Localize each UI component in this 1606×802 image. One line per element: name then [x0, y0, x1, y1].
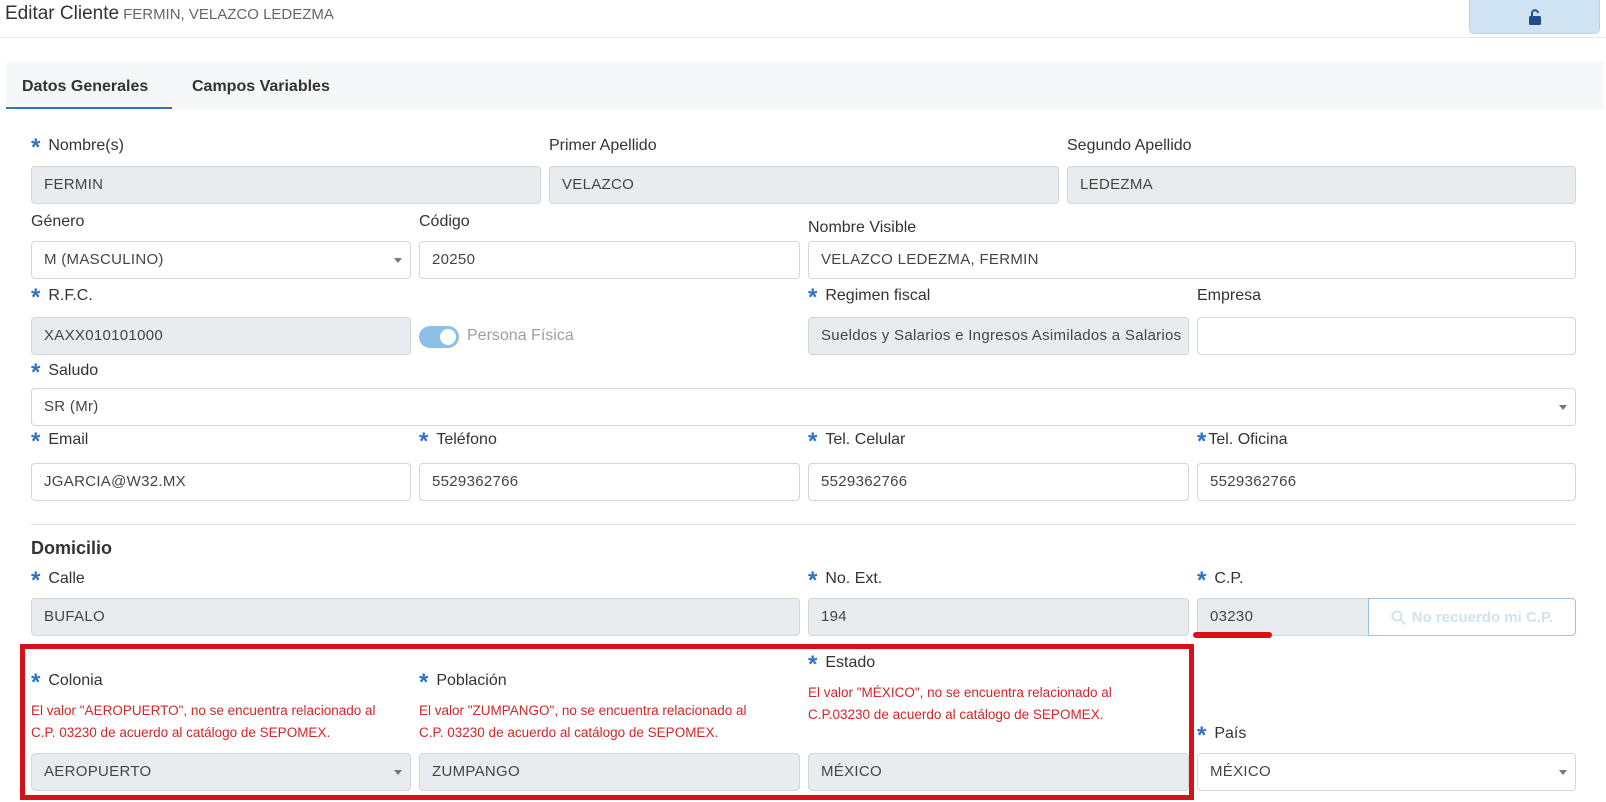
required-asterisk: *	[1197, 567, 1207, 594]
required-asterisk: *	[31, 359, 41, 386]
cp-lookup-button[interactable]: No recuerdo mi C.P.	[1368, 598, 1576, 636]
pais-select[interactable]: MÉXICO	[1197, 753, 1576, 791]
required-asterisk: *	[31, 428, 41, 455]
required-asterisk: *	[419, 428, 429, 455]
no-ext-label: * No. Ext.	[808, 567, 883, 594]
email-field[interactable]: JGARCIA@W32.MX	[31, 463, 411, 501]
empresa-field[interactable]	[1197, 317, 1576, 355]
tel-celular-label: * Tel. Celular	[808, 428, 906, 455]
search-icon	[1391, 610, 1406, 625]
tab-bar: Datos Generales Campos Variables	[6, 62, 1604, 109]
persona-fisica-label: Persona Física	[467, 327, 574, 344]
domicilio-title: Domicilio	[31, 538, 113, 558]
codigo-field[interactable]: 20250	[419, 241, 800, 279]
saludo-select[interactable]: SR (Mr)	[31, 388, 1576, 426]
page-header: Editar Cliente FERMIN, VELAZCO LEDEZMA	[0, 0, 1606, 38]
page-title-text: Editar Cliente	[5, 3, 120, 24]
validation-highlight-box	[20, 644, 1194, 800]
genero-value: M (MASCULINO)	[44, 251, 164, 268]
page-subtitle: FERMIN, VELAZCO LEDEZMA	[123, 6, 334, 23]
regimen-fiscal-select[interactable]: Sueldos y Salarios e Ingresos Asimilados…	[808, 317, 1189, 355]
chevron-down-icon	[1559, 770, 1567, 775]
no-ext-field[interactable]: 194	[808, 598, 1189, 636]
calle-field[interactable]: BUFALO	[31, 598, 800, 636]
page-title: Editar Cliente FERMIN, VELAZCO LEDEZMA	[5, 3, 334, 25]
required-asterisk: *	[31, 567, 41, 594]
empresa-label: Empresa	[1197, 287, 1262, 304]
unlock-button[interactable]	[1469, 0, 1600, 34]
tel-oficina-field[interactable]: 5529362766	[1197, 463, 1576, 501]
segundo-apellido-field[interactable]: LEDEZMA	[1067, 166, 1576, 204]
nombre-field[interactable]: FERMIN	[31, 166, 541, 204]
required-asterisk: *	[1197, 428, 1207, 455]
tab-datos-generales[interactable]: Datos Generales	[6, 62, 172, 109]
calle-label: * Calle	[31, 567, 85, 594]
required-asterisk: *	[808, 567, 818, 594]
tel-celular-field[interactable]: 5529362766	[808, 463, 1189, 501]
saludo-label: * Saludo	[31, 359, 99, 386]
unlock-icon	[1528, 8, 1541, 25]
required-asterisk: *	[808, 428, 818, 455]
pais-value: MÉXICO	[1210, 763, 1271, 780]
required-asterisk: *	[1197, 722, 1207, 749]
section-divider	[31, 524, 1576, 525]
tel-oficina-label: * Tel. Oficina	[1197, 428, 1288, 455]
genero-label: Género	[31, 213, 85, 230]
nombre-label: * Nombre(s)	[31, 134, 124, 161]
required-asterisk: *	[31, 134, 41, 161]
required-asterisk: *	[31, 284, 41, 311]
toggle-knob	[440, 329, 456, 345]
telefono-field[interactable]: 5529362766	[419, 463, 800, 501]
codigo-label: Código	[419, 213, 470, 230]
segundo-apellido-label: Segundo Apellido	[1067, 137, 1192, 154]
chevron-down-icon	[394, 258, 402, 263]
primer-apellido-field[interactable]: VELAZCO	[549, 166, 1059, 204]
rfc-field[interactable]: XAXX010101000	[31, 317, 411, 355]
genero-select[interactable]: M (MASCULINO)	[31, 241, 411, 279]
cp-field[interactable]: 03230	[1197, 598, 1369, 636]
regimen-fiscal-label: * Regimen fiscal	[808, 284, 931, 311]
nombre-visible-field[interactable]: VELAZCO LEDEZMA, FERMIN	[808, 241, 1576, 279]
nombre-visible-label: Nombre Visible	[808, 219, 917, 236]
pais-label: * País	[1197, 722, 1247, 749]
cp-label: * C.P.	[1197, 567, 1244, 594]
cp-highlight-underline	[1193, 632, 1272, 638]
telefono-label: * Teléfono	[419, 428, 497, 455]
required-asterisk: *	[808, 284, 818, 311]
saludo-value: SR (Mr)	[44, 398, 99, 415]
email-label: * Email	[31, 428, 89, 455]
chevron-down-icon	[1559, 405, 1567, 410]
primer-apellido-label: Primer Apellido	[549, 137, 657, 154]
rfc-label: * R.F.C.	[31, 284, 93, 311]
tab-campos-variables[interactable]: Campos Variables	[176, 62, 346, 109]
cp-lookup-label: No recuerdo mi C.P.	[1411, 608, 1554, 626]
persona-fisica-toggle[interactable]	[419, 326, 459, 348]
